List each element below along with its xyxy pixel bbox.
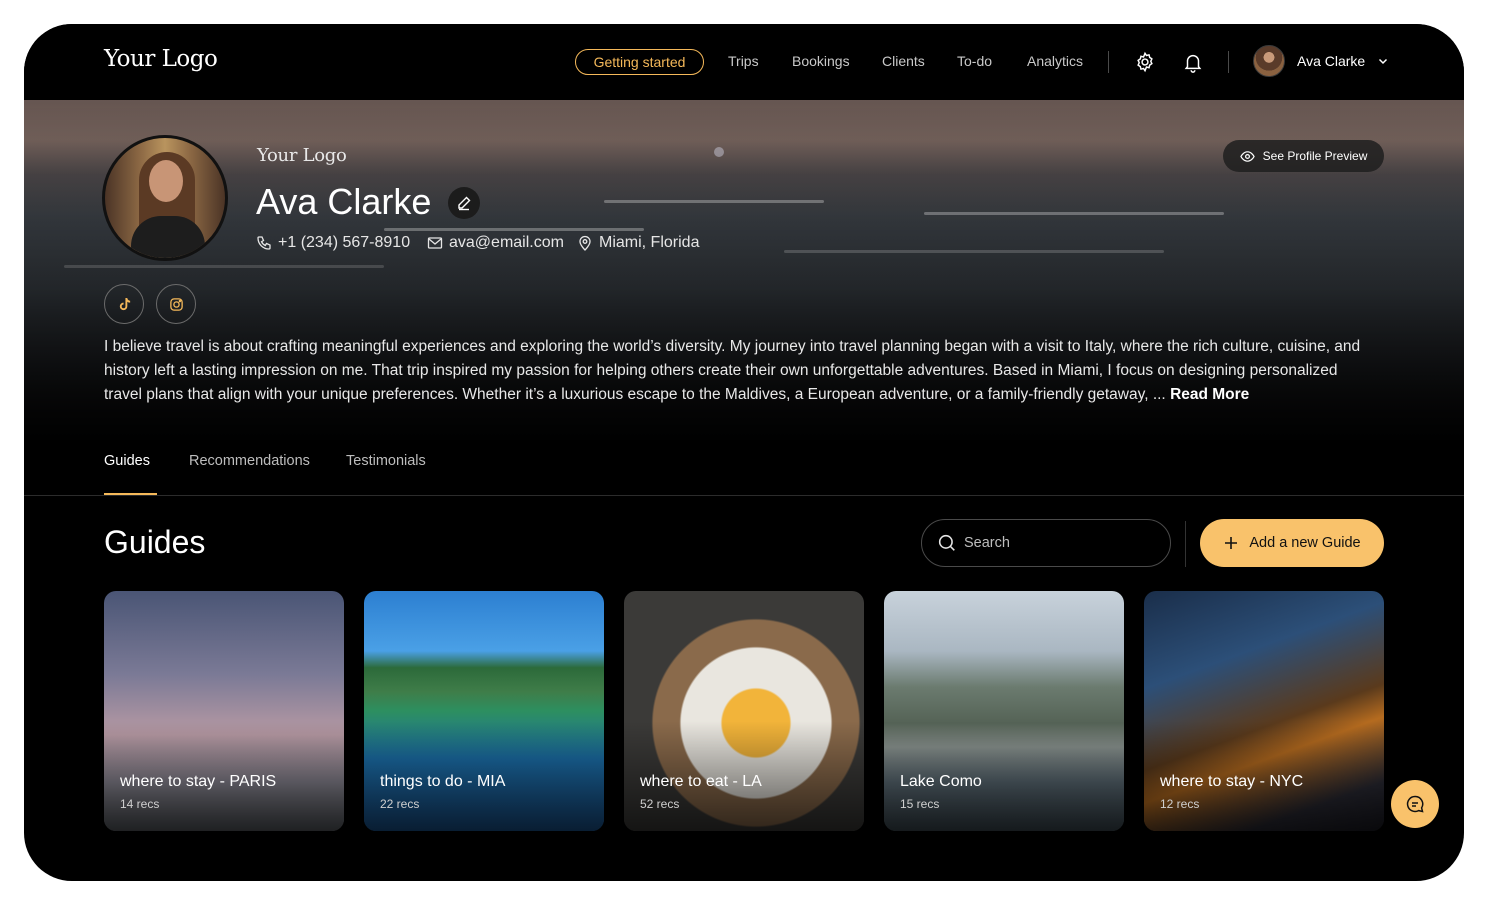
profile-bio: I believe travel is about crafting meani… <box>104 335 1364 407</box>
tab-recommendations[interactable]: Recommendations <box>189 453 310 469</box>
profile-name: Ava Clarke <box>256 181 432 222</box>
guide-card-title: where to stay - NYC <box>1160 773 1304 790</box>
search-icon <box>938 534 955 551</box>
profile-phone[interactable]: +1 (234) 567-8910 <box>256 234 410 252</box>
nav-getting-started[interactable]: Getting started <box>575 49 704 75</box>
tiktok-button[interactable] <box>104 284 144 324</box>
avatar <box>1253 45 1285 77</box>
logo[interactable]: Your Logo <box>104 46 218 72</box>
hero-background-detail <box>924 212 1224 215</box>
guide-card[interactable]: where to stay - PARIS 14 recs <box>104 591 344 831</box>
hero-background-detail <box>714 147 724 157</box>
guide-card-title: Lake Como <box>900 773 982 790</box>
guide-card-count: 22 recs <box>380 797 420 811</box>
profile-brand-logo: Your Logo <box>257 145 347 166</box>
hero-background-detail <box>604 200 824 203</box>
hero-background-detail <box>64 265 384 268</box>
guide-card-title: where to stay - PARIS <box>120 773 277 790</box>
section-title: Guides <box>104 524 206 560</box>
profile-avatar[interactable] <box>102 135 228 261</box>
chat-icon <box>1406 795 1424 813</box>
location-text: Miami, Florida <box>599 234 700 251</box>
mail-icon <box>427 237 443 249</box>
active-tab-indicator <box>104 493 157 495</box>
bell-icon[interactable] <box>1182 51 1204 73</box>
nav-clients[interactable]: Clients <box>882 53 925 69</box>
guide-card-count: 15 recs <box>900 797 940 811</box>
nav-divider <box>1228 51 1229 73</box>
tiktok-icon <box>119 297 130 310</box>
top-nav: Your Logo Getting started Trips Bookings… <box>24 24 1464 100</box>
guide-card-count: 14 recs <box>120 797 160 811</box>
email-text: ava@email.com <box>449 234 564 251</box>
app-frame: Your Logo Getting started Trips Bookings… <box>24 24 1464 881</box>
tab-guides[interactable]: Guides <box>104 453 150 469</box>
guide-card-title: things to do - MIA <box>380 773 506 790</box>
plus-icon <box>1225 537 1238 549</box>
guide-card[interactable]: things to do - MIA 22 recs <box>364 591 604 831</box>
chevron-down-icon <box>1379 58 1388 65</box>
profile-location: Miami, Florida <box>577 234 699 252</box>
guide-card[interactable]: Lake Como 15 recs <box>884 591 1124 831</box>
add-guide-label: Add a new Guide <box>1249 535 1361 551</box>
guide-card-count: 52 recs <box>640 797 680 811</box>
instagram-button[interactable] <box>156 284 196 324</box>
instagram-icon <box>169 297 183 311</box>
user-menu[interactable]: Ava Clarke <box>1253 45 1389 77</box>
hero-background-detail <box>784 250 1164 253</box>
phone-text: +1 (234) 567-8910 <box>278 234 411 251</box>
read-more-link[interactable]: Read More <box>1170 386 1249 403</box>
nav-bookings[interactable]: Bookings <box>792 53 850 69</box>
phone-icon <box>257 236 271 250</box>
nav-todo[interactable]: To-do <box>957 53 992 69</box>
see-profile-preview-button[interactable]: See Profile Preview <box>1223 140 1384 172</box>
profile-tabs: Guides Recommendations Testimonials <box>24 440 1464 496</box>
hero-background-detail <box>384 228 644 231</box>
search-field[interactable] <box>921 519 1171 567</box>
pencil-icon <box>458 196 471 211</box>
nav-divider <box>1108 51 1109 73</box>
eye-icon <box>1239 150 1255 162</box>
chat-button[interactable] <box>1391 780 1439 828</box>
section-divider <box>1185 521 1186 567</box>
guide-card-title: where to eat - LA <box>640 773 762 790</box>
guide-card[interactable]: where to stay - NYC 12 recs <box>1144 591 1384 831</box>
guide-card[interactable]: where to eat - LA 52 recs <box>624 591 864 831</box>
location-pin-icon <box>579 235 591 251</box>
nav-trips[interactable]: Trips <box>728 53 759 69</box>
tab-testimonials[interactable]: Testimonials <box>346 453 426 469</box>
add-guide-button[interactable]: Add a new Guide <box>1200 519 1384 567</box>
nav-analytics[interactable]: Analytics <box>1027 53 1083 69</box>
preview-label: See Profile Preview <box>1262 149 1368 163</box>
guide-card-count: 12 recs <box>1160 797 1200 811</box>
edit-profile-button[interactable] <box>448 187 480 219</box>
search-input[interactable] <box>964 535 1144 551</box>
gear-icon[interactable] <box>1134 51 1156 73</box>
profile-email[interactable]: ava@email.com <box>427 234 564 252</box>
user-name: Ava Clarke <box>1297 53 1366 69</box>
